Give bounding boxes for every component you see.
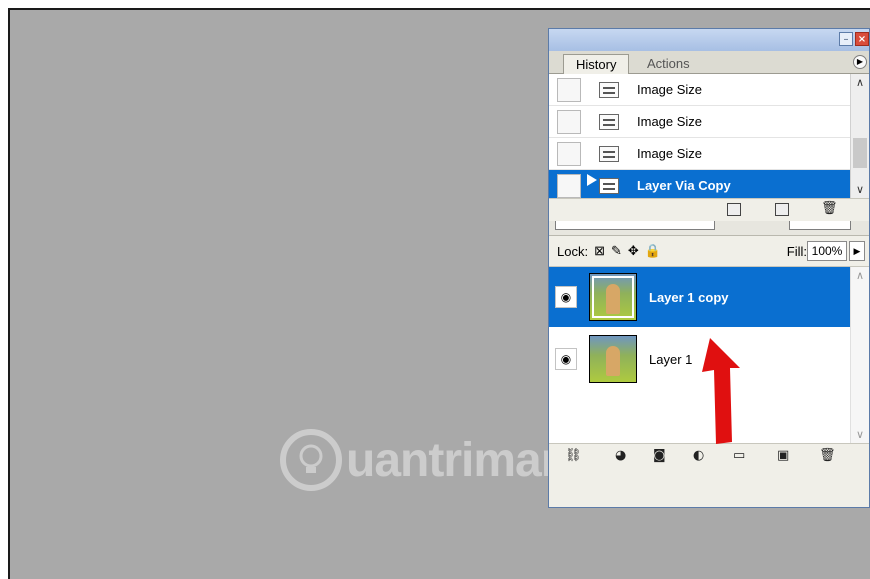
snapshot-source-box[interactable] bbox=[557, 141, 581, 166]
history-state-row[interactable]: Image Size bbox=[549, 106, 869, 138]
lock-all-icon[interactable]: 🔒 bbox=[645, 243, 661, 259]
snapshot-source-box[interactable] bbox=[557, 109, 581, 134]
panel-menu-icon[interactable]: ▶ bbox=[853, 55, 867, 69]
fill-label: Fill: bbox=[786, 243, 807, 259]
layer-style-icon[interactable]: ◕ bbox=[615, 449, 626, 463]
lightbulb-logo-icon bbox=[280, 429, 342, 491]
minimize-icon[interactable]: – bbox=[839, 32, 853, 46]
snapshot-source-box[interactable] bbox=[557, 173, 581, 198]
lock-transparency-icon[interactable]: ⊠ bbox=[594, 243, 605, 259]
new-document-icon[interactable] bbox=[727, 203, 741, 216]
layer-via-copy-icon bbox=[599, 177, 619, 194]
lock-label: Lock: bbox=[557, 243, 589, 259]
history-scrollbar[interactable]: ∧ ∨ bbox=[850, 74, 869, 198]
link-icon[interactable]: ⛓ bbox=[565, 449, 582, 463]
history-state-row[interactable]: Image Size bbox=[549, 74, 869, 106]
layer-thumbnail bbox=[589, 335, 637, 383]
eye-visibility-icon[interactable]: ◉ bbox=[555, 286, 577, 308]
history-state-row[interactable]: Image Size bbox=[549, 138, 869, 170]
history-state-label: Image Size bbox=[637, 82, 703, 97]
scroll-down-icon[interactable]: ∨ bbox=[851, 183, 869, 196]
history-state-label: Image Size bbox=[637, 114, 703, 129]
scroll-up-icon[interactable]: ∧ bbox=[851, 269, 869, 282]
mask-icon[interactable]: ◙ bbox=[653, 449, 666, 463]
opacity-field[interactable] bbox=[789, 221, 851, 230]
history-state-slider-icon[interactable] bbox=[587, 174, 597, 186]
layers-mode-strip bbox=[549, 221, 869, 236]
layer-name[interactable]: Layer 1 copy bbox=[649, 290, 729, 305]
blend-mode-select[interactable] bbox=[555, 221, 715, 230]
layer-name[interactable]: Layer 1 bbox=[649, 352, 692, 367]
annotation-arrow-icon bbox=[702, 338, 740, 444]
fill-arrow-icon[interactable]: ▶ bbox=[849, 241, 865, 261]
layers-scrollbar[interactable]: ∧ ∨ bbox=[850, 267, 869, 443]
close-icon[interactable]: × bbox=[855, 32, 869, 46]
new-layer-icon[interactable]: ▣ bbox=[777, 449, 789, 463]
trash-icon[interactable]: 🗑 bbox=[819, 449, 836, 463]
layer-row-selected[interactable]: ◉ Layer 1 copy bbox=[549, 267, 851, 327]
lock-position-move-icon[interactable]: ✥ bbox=[628, 243, 639, 259]
eye-visibility-icon[interactable]: ◉ bbox=[555, 348, 577, 370]
history-states-list: Image Size Image Size Image Size Layer V… bbox=[549, 74, 869, 202]
snapshot-source-box[interactable] bbox=[557, 77, 581, 102]
history-state-label: Layer Via Copy bbox=[637, 178, 731, 193]
layer-thumbnail bbox=[589, 273, 637, 321]
scroll-down-icon[interactable]: ∨ bbox=[851, 428, 869, 441]
image-size-icon bbox=[599, 113, 619, 130]
scroll-thumb[interactable] bbox=[853, 138, 867, 168]
snapshot-camera-icon[interactable] bbox=[775, 203, 789, 216]
trash-icon[interactable]: 🗑 bbox=[821, 202, 838, 216]
history-footer: 🗑 bbox=[549, 198, 869, 221]
lock-image-brush-icon[interactable]: ✎ bbox=[611, 243, 622, 259]
adjustment-icon[interactable]: ◐ bbox=[693, 449, 704, 463]
fill-input[interactable]: 100% bbox=[807, 241, 847, 261]
group-folder-icon[interactable]: ▭ bbox=[733, 449, 745, 463]
lock-bar: Lock: ⊠ ✎ ✥ 🔒 Fill: 100% ▶ bbox=[549, 236, 869, 267]
image-size-icon bbox=[599, 81, 619, 98]
scroll-up-icon[interactable]: ∧ bbox=[851, 76, 869, 89]
tab-actions[interactable]: Actions bbox=[635, 54, 702, 74]
tab-history[interactable]: History bbox=[563, 54, 630, 74]
palette-tabs: History Actions ▶ bbox=[549, 51, 869, 74]
image-size-icon bbox=[599, 145, 619, 162]
history-state-label: Image Size bbox=[637, 146, 703, 161]
palette-titlebar[interactable]: – × bbox=[549, 29, 869, 51]
